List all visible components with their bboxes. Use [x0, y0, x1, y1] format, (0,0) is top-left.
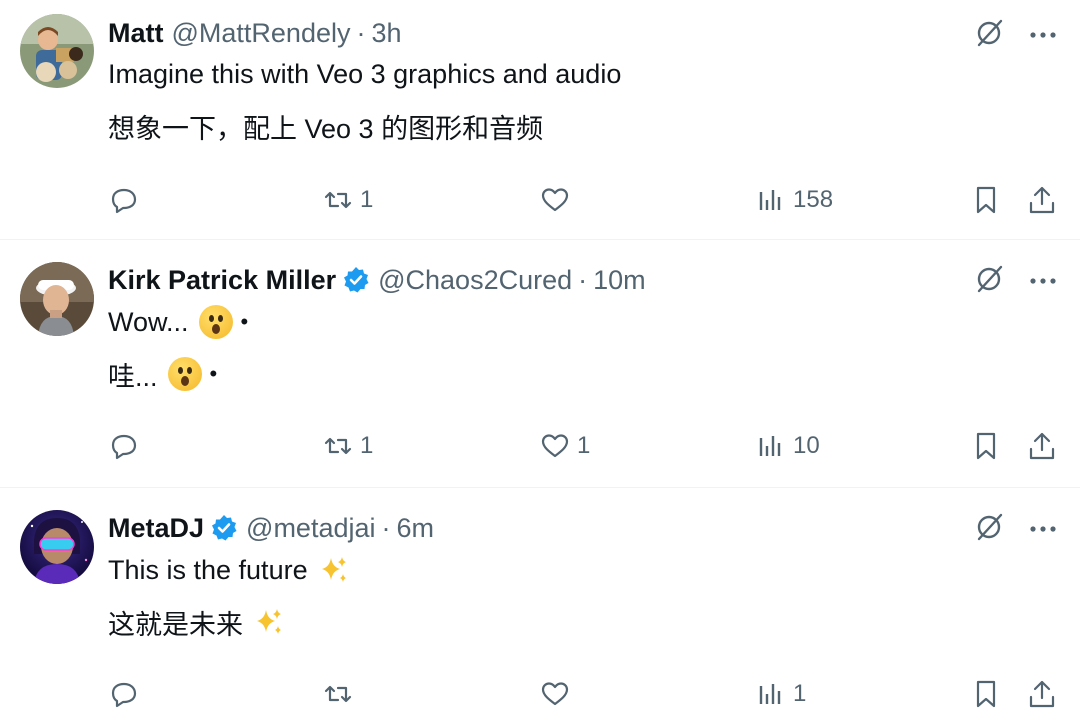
sparkles-icon — [253, 606, 285, 638]
share-button[interactable] — [1026, 426, 1058, 466]
display-name[interactable]: Matt — [108, 18, 164, 49]
more-icon[interactable] — [1030, 521, 1056, 539]
grok-slash-icon[interactable] — [974, 18, 1004, 53]
more-icon[interactable] — [1030, 273, 1056, 291]
tweet-header: Matt @MattRendely · 3h — [108, 15, 402, 51]
tweet-top-icons — [974, 18, 1056, 53]
reply-icon — [111, 682, 137, 708]
tweet-translation: 哇... — [108, 361, 158, 392]
more-icon[interactable] — [1030, 27, 1056, 45]
user-handle[interactable]: @metadjai — [246, 513, 375, 544]
tweet[interactable]: MetaDJ @metadjai · 6m This is the future… — [0, 488, 1080, 726]
retweet-count: 1 — [360, 432, 374, 459]
views-button[interactable]: 158 — [755, 180, 833, 220]
retweet-button[interactable]: 1 — [322, 426, 373, 466]
views-icon — [759, 684, 781, 704]
retweet-icon — [324, 437, 352, 455]
like-count: 1 — [577, 432, 591, 459]
tweet-text: Imagine this with Veo 3 graphics and aud… — [108, 58, 622, 89]
tweet-top-icons — [974, 264, 1056, 299]
avatar[interactable] — [20, 262, 94, 336]
retweet-count: 1 — [360, 186, 374, 213]
view-count: 10 — [793, 432, 820, 459]
avatar[interactable] — [20, 14, 94, 88]
bookmark-button[interactable] — [970, 674, 1002, 714]
tweet-header: Kirk Patrick Miller @Chaos2Cured · 10m — [108, 262, 646, 298]
reply-button[interactable] — [108, 674, 146, 714]
verified-badge-icon — [210, 514, 238, 542]
reply-icon — [111, 188, 137, 214]
bookmark-button[interactable] — [970, 180, 1002, 220]
like-button[interactable]: 1 — [539, 426, 590, 466]
share-icon — [1029, 432, 1055, 460]
view-count: 1 — [793, 680, 807, 707]
like-icon — [541, 188, 569, 212]
verified-badge-icon — [342, 266, 370, 294]
action-bar: 1 158 — [0, 180, 1080, 220]
tweet-top-icons — [974, 512, 1056, 547]
tweet-text: This is the future — [108, 554, 308, 585]
timestamp[interactable]: 3h — [371, 18, 401, 49]
views-button[interactable]: 10 — [755, 426, 820, 466]
tweet[interactable]: Kirk Patrick Miller @Chaos2Cured · 10m W… — [0, 240, 1080, 488]
share-icon — [1029, 186, 1055, 214]
timestamp[interactable]: 10m — [593, 265, 646, 296]
tweet-text-line: Imagine this with Veo 3 graphics and aud… — [108, 56, 621, 92]
tweet-translation-line: 这就是未来 — [108, 604, 285, 640]
tweet-text-line: Wow... • — [108, 304, 248, 340]
tweet-text: Wow... — [108, 306, 189, 337]
trailing-dot: • — [209, 361, 218, 386]
bookmark-button[interactable] — [970, 426, 1002, 466]
avatar[interactable] — [20, 510, 94, 584]
like-icon — [541, 682, 569, 706]
tweet-translation-line: 想象一下，配上 Veo 3 的图形和音频 — [108, 108, 543, 144]
bookmark-icon — [976, 186, 996, 214]
display-name[interactable]: Kirk Patrick Miller — [108, 265, 336, 296]
separator: · — [356, 17, 366, 48]
tweet-translation-line: 哇... • — [108, 356, 217, 392]
reply-button[interactable] — [108, 426, 146, 466]
tweet-translation: 想象一下，配上 Veo 3 的图形和音频 — [108, 113, 544, 144]
like-icon — [541, 434, 569, 458]
tweet-header: MetaDJ @metadjai · 6m — [108, 510, 434, 546]
share-button[interactable] — [1026, 180, 1058, 220]
user-handle[interactable]: @MattRendely — [172, 18, 351, 49]
like-button[interactable] — [539, 180, 577, 220]
tweet[interactable]: Matt @MattRendely · 3h Imagine this with… — [0, 0, 1080, 240]
reply-button[interactable] — [108, 180, 146, 220]
views-button[interactable]: 1 — [755, 674, 806, 714]
sparkles-icon — [318, 554, 350, 586]
action-bar: 1 — [0, 674, 1080, 714]
retweet-icon — [324, 685, 352, 703]
share-icon — [1029, 680, 1055, 708]
grok-slash-icon[interactable] — [974, 512, 1004, 547]
separator: · — [381, 512, 391, 543]
retweet-icon — [324, 191, 352, 209]
reply-icon — [111, 434, 137, 460]
astonished-face-icon — [198, 305, 233, 339]
views-icon — [759, 436, 781, 456]
tweet-translation: 这就是未来 — [108, 609, 243, 640]
retweet-button[interactable]: 1 — [322, 180, 373, 220]
like-button[interactable] — [539, 674, 577, 714]
timestamp[interactable]: 6m — [397, 513, 435, 544]
display-name[interactable]: MetaDJ — [108, 513, 204, 544]
retweet-button[interactable] — [322, 674, 360, 714]
trailing-dot: • — [240, 309, 249, 334]
astonished-face-icon — [167, 357, 202, 391]
grok-slash-icon[interactable] — [974, 264, 1004, 299]
user-handle[interactable]: @Chaos2Cured — [378, 265, 572, 296]
share-button[interactable] — [1026, 674, 1058, 714]
bookmark-icon — [976, 432, 996, 460]
separator: · — [578, 264, 588, 295]
bookmark-icon — [976, 680, 996, 708]
action-bar: 1 1 10 — [0, 426, 1080, 466]
view-count: 158 — [793, 186, 834, 213]
views-icon — [759, 190, 781, 210]
tweet-text-line: This is the future — [108, 552, 350, 588]
